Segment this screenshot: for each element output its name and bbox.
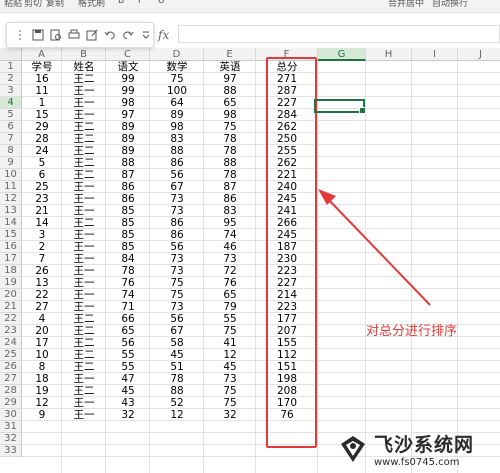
annotation-arrow bbox=[318, 189, 431, 306]
redo-icon[interactable] bbox=[121, 28, 135, 42]
grip-icon bbox=[13, 28, 27, 42]
print-icon[interactable] bbox=[67, 28, 81, 42]
annotation-text: 对总分进行排序 bbox=[366, 324, 458, 339]
export-icon[interactable] bbox=[85, 28, 99, 42]
quick-access-toolbar bbox=[6, 22, 154, 48]
print-preview-icon[interactable] bbox=[49, 28, 63, 42]
watermark-title: 飞沙系统网 bbox=[374, 434, 475, 456]
undo-icon[interactable] bbox=[103, 28, 117, 42]
watermark: 飞沙系统网 www.fs0745.com bbox=[338, 425, 500, 473]
save-icon[interactable] bbox=[31, 28, 45, 42]
more-icon[interactable] bbox=[139, 28, 153, 42]
watermark-url: www.fs0745.com bbox=[374, 457, 460, 468]
watermark-logo-icon bbox=[338, 434, 368, 464]
